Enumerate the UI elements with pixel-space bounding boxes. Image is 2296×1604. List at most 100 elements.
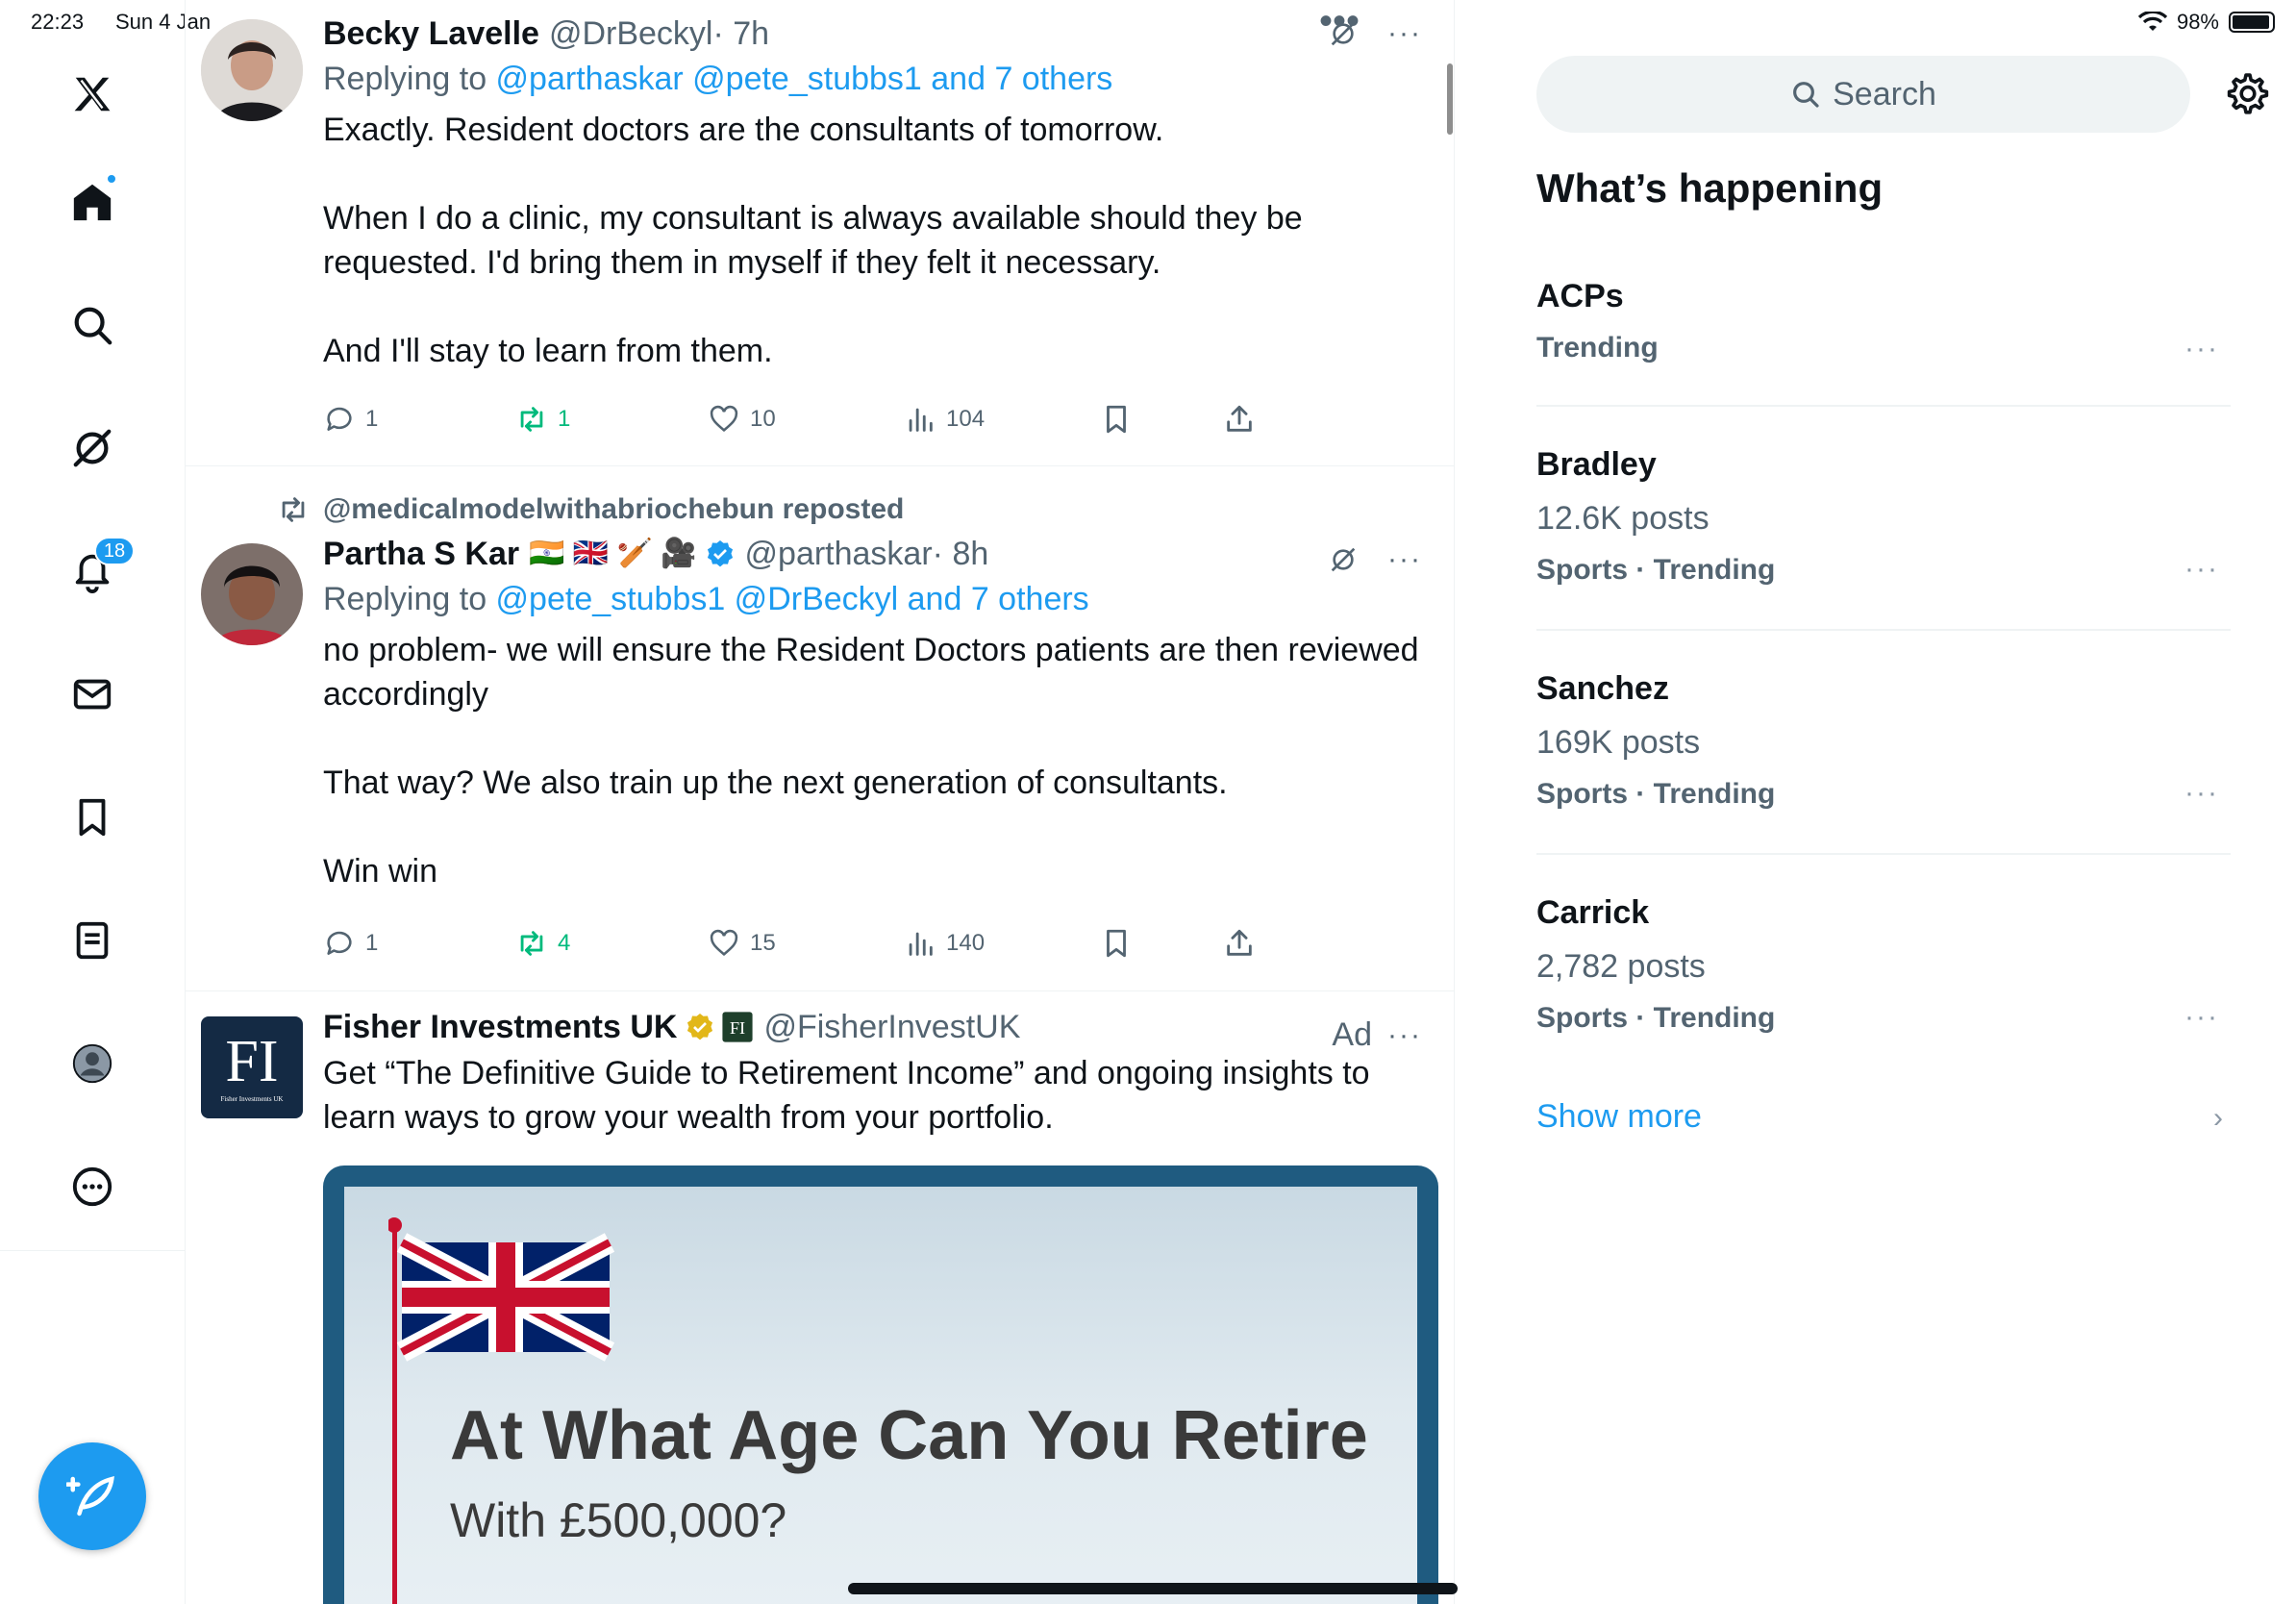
trend-more-icon[interactable]: ··· bbox=[2184, 777, 2219, 810]
share-icon bbox=[1227, 929, 1252, 956]
search-icon bbox=[1793, 82, 1819, 108]
logo-subtext: Fisher Investments UK bbox=[220, 1095, 284, 1103]
trend-item[interactable]: ACPs Trending ··· bbox=[1536, 275, 2231, 367]
logo-text: FI bbox=[225, 1029, 279, 1094]
post-time[interactable]: · 7h bbox=[712, 13, 769, 54]
left-nav: 18 bbox=[0, 0, 186, 1604]
trend-meta: Sports · Trending bbox=[1536, 778, 1776, 810]
trend-name: Carrick bbox=[1536, 894, 1650, 931]
views-button[interactable]: 140 bbox=[904, 927, 985, 960]
reply-button[interactable]: 1 bbox=[323, 927, 378, 960]
reposted-by[interactable]: @medicalmodelwithabriochebun reposted bbox=[277, 493, 904, 526]
trend-item[interactable]: Bradley 12.6K posts Sports · Trending ··… bbox=[1536, 443, 2231, 589]
reposted-by-text[interactable]: @medicalmodelwithabriochebun reposted bbox=[323, 493, 904, 526]
post-time[interactable]: · 8h bbox=[933, 534, 989, 574]
lists-icon[interactable] bbox=[62, 910, 123, 971]
post-partha-s-kar[interactable]: @medicalmodelwithabriochebun reposted Pa… bbox=[186, 466, 1454, 990]
repost-button[interactable]: 1 bbox=[515, 403, 570, 436]
search-bar[interactable]: Search bbox=[1536, 56, 2190, 133]
avatar[interactable] bbox=[201, 19, 303, 121]
trend-meta: Sports · Trending bbox=[1536, 554, 1776, 586]
reply-button[interactable]: 1 bbox=[323, 403, 378, 436]
search-placeholder: Search bbox=[1833, 75, 1936, 113]
replying-to: Replying to @pete_stubbs1 @DrBeckyl and … bbox=[323, 578, 1437, 620]
like-button[interactable]: 10 bbox=[708, 403, 776, 436]
settings-gear-icon[interactable] bbox=[2225, 71, 2271, 117]
timeline-scrollbar[interactable] bbox=[1447, 63, 1453, 135]
home-indicator[interactable] bbox=[848, 1583, 1458, 1594]
ad-card-background: At What Age Can You Retire With £500,000… bbox=[344, 1187, 1417, 1604]
post-actions: 1 4 15 140 bbox=[323, 924, 1265, 963]
right-sidebar: Search What’s happening ACPs Trending ··… bbox=[1456, 0, 2296, 1604]
trend-more-icon[interactable]: ··· bbox=[2184, 333, 2219, 365]
chevron-right-icon[interactable]: › bbox=[2213, 1102, 2223, 1135]
bookmark-button[interactable] bbox=[1100, 927, 1133, 960]
grok-icon[interactable] bbox=[1328, 544, 1359, 575]
trend-divider bbox=[1536, 853, 2231, 855]
bookmarks-icon[interactable] bbox=[62, 787, 123, 848]
ad-label: Ad bbox=[1332, 1016, 1373, 1053]
search-icon[interactable] bbox=[62, 294, 123, 356]
trend-item[interactable]: Sanchez 169K posts Sports · Trending ··· bbox=[1536, 667, 2231, 814]
ad-card-image[interactable]: At What Age Can You Retire With £500,000… bbox=[323, 1165, 1438, 1604]
top-more-icon[interactable]: ••• bbox=[1291, 0, 1387, 42]
bookmark-button[interactable] bbox=[1100, 403, 1133, 436]
svg-text:FI: FI bbox=[730, 1018, 745, 1038]
ad-card-title: At What Age Can You Retire bbox=[450, 1397, 1368, 1474]
post-body: Get “The Definitive Guide to Retirement … bbox=[323, 1055, 1370, 1136]
fisher-logo[interactable]: FI Fisher Investments UK bbox=[201, 1016, 303, 1118]
replying-to-users[interactable]: @parthaskar @pete_stubbs1 and 7 others bbox=[496, 61, 1113, 97]
reply-icon bbox=[327, 407, 352, 431]
replying-to: Replying to @parthaskar @pete_stubbs1 an… bbox=[323, 58, 1437, 100]
avatar[interactable] bbox=[201, 543, 303, 645]
author-name[interactable]: Becky Lavelle bbox=[323, 13, 539, 54]
notifications-badge: 18 bbox=[94, 537, 135, 565]
replying-to-users[interactable]: @pete_stubbs1 @DrBeckyl and 7 others bbox=[496, 581, 1089, 617]
verified-badge-icon bbox=[707, 540, 733, 567]
repost-icon bbox=[520, 407, 543, 432]
replying-prefix: Replying to bbox=[323, 581, 496, 617]
messages-icon[interactable] bbox=[62, 664, 123, 725]
share-button[interactable] bbox=[1223, 403, 1256, 436]
like-count: 10 bbox=[750, 406, 776, 432]
author-handle[interactable]: @FisherInvestUK bbox=[763, 1007, 1020, 1047]
trend-divider bbox=[1536, 629, 2231, 631]
post-more-icon[interactable]: ··· bbox=[1387, 17, 1422, 50]
home-unread-dot bbox=[106, 173, 117, 185]
trend-more-icon[interactable]: ··· bbox=[2184, 553, 2219, 586]
trend-name: Sanchez bbox=[1536, 670, 1669, 707]
post-becky-lavelle[interactable]: Becky Lavelle @DrBeckyl · 7h Replying to… bbox=[186, 0, 1454, 464]
profile-icon[interactable] bbox=[62, 1033, 123, 1094]
trend-meta: Sports · Trending bbox=[1536, 1002, 1776, 1034]
post-more-icon[interactable]: ··· bbox=[1387, 543, 1422, 576]
repost-button[interactable]: 4 bbox=[515, 927, 570, 960]
trend-count: 2,782 posts bbox=[1536, 948, 1706, 985]
home-icon[interactable] bbox=[62, 171, 123, 233]
bookmark-icon bbox=[1107, 929, 1126, 958]
author-name[interactable]: Fisher Investments UK bbox=[323, 1007, 677, 1047]
more-icon[interactable] bbox=[62, 1156, 123, 1217]
notifications-icon[interactable]: 18 bbox=[62, 537, 135, 602]
show-more-link[interactable]: Show more bbox=[1536, 1098, 1702, 1136]
trend-item[interactable]: Carrick 2,782 posts Sports · Trending ··… bbox=[1536, 891, 2231, 1038]
post-body: Exactly. Resident doctors are the consul… bbox=[323, 112, 1303, 369]
verified-gold-badge-icon bbox=[687, 1014, 713, 1040]
ad-card-subtitle: With £500,000? bbox=[450, 1493, 787, 1547]
author-handle[interactable]: @parthaskar bbox=[745, 534, 933, 574]
views-count: 104 bbox=[946, 406, 986, 432]
bookmark-icon bbox=[1107, 405, 1126, 434]
trend-meta: Trending bbox=[1536, 332, 1659, 363]
author-name[interactable]: Partha S Kar bbox=[323, 534, 519, 574]
author-handle[interactable]: @DrBeckyl bbox=[549, 13, 713, 54]
like-button[interactable]: 15 bbox=[708, 927, 776, 960]
views-button[interactable]: 104 bbox=[904, 403, 985, 436]
compose-button[interactable] bbox=[38, 1442, 146, 1550]
post-body: no problem- we will ensure the Resident … bbox=[323, 632, 1419, 890]
reply-count: 1 bbox=[365, 406, 379, 432]
reply-count: 1 bbox=[365, 930, 379, 956]
trend-more-icon[interactable]: ··· bbox=[2184, 1001, 2219, 1034]
post-more-icon[interactable]: ··· bbox=[1387, 1019, 1422, 1052]
grok-icon[interactable] bbox=[62, 417, 123, 479]
x-logo-icon[interactable] bbox=[62, 63, 123, 125]
share-button[interactable] bbox=[1223, 927, 1256, 960]
